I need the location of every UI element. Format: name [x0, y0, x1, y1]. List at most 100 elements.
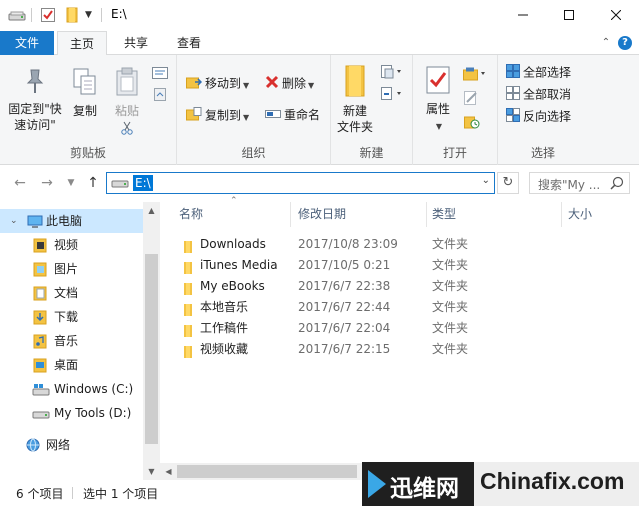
scroll-up-icon[interactable]: ▲ — [143, 202, 160, 219]
recent-locations-icon[interactable]: ▼ — [62, 174, 80, 192]
nav-item-documents[interactable]: 文档 — [0, 281, 143, 305]
chevron-down-icon[interactable]: ⌃ — [599, 36, 613, 50]
column-header-date[interactable]: 修改日期 — [298, 202, 346, 227]
column-header-size[interactable]: 大小 — [568, 202, 592, 227]
file-row[interactable]: 工作稿件 2017/6/7 22:04 文件夹 — [176, 318, 476, 339]
close-button[interactable] — [593, 0, 639, 31]
copy-icon — [68, 67, 102, 101]
file-date: 2017/6/7 22:04 — [298, 321, 391, 335]
file-name: 视频收藏 — [200, 342, 249, 356]
up-arrow-icon[interactable]: ↑ — [84, 174, 102, 192]
select-none-label: 全部取消 — [523, 87, 572, 102]
nav-item-downloads[interactable]: 下载 — [0, 305, 143, 329]
address-path[interactable]: E:\ — [133, 175, 153, 191]
copy-to-button[interactable]: 复制到 ▼ — [186, 107, 249, 125]
nav-item-videos[interactable]: 视频 — [0, 233, 143, 257]
properties-check-icon[interactable] — [40, 7, 56, 23]
address-bar[interactable]: E:\ ⌄ — [106, 172, 495, 194]
file-type: 文件夹 — [432, 237, 469, 251]
chevron-down-icon: ▼ — [243, 80, 250, 90]
drive-icon — [111, 177, 129, 192]
pin-quick-access-button[interactable]: 固定到"快 速访问" — [5, 67, 65, 133]
copy-to-icon — [186, 107, 202, 125]
tab-file[interactable]: 文件 — [0, 31, 54, 55]
clipboard-group: 固定到"快 速访问" 复制 粘贴 剪贴板 — [0, 55, 177, 165]
easy-access-icon[interactable] — [381, 87, 403, 104]
cut-icon[interactable] — [110, 121, 144, 139]
copy-path-icon[interactable] — [152, 67, 168, 82]
file-row[interactable]: iTunes Media 2017/10/5 0:21 文件夹 — [176, 255, 476, 276]
nav-item-tools-drive[interactable]: My Tools (D:) — [0, 401, 143, 425]
new-folder-button[interactable]: 新建 文件夹 — [333, 65, 377, 135]
file-name: My eBooks — [200, 279, 265, 293]
open-icon[interactable] — [463, 67, 487, 84]
column-header-type[interactable]: 类型 — [432, 202, 456, 227]
nav-item-label: 桌面 — [54, 358, 79, 372]
scroll-down-icon[interactable]: ▼ — [143, 463, 160, 480]
scrollbar-thumb[interactable] — [177, 465, 357, 478]
file-date: 2017/6/7 22:15 — [298, 342, 391, 356]
nav-item-music[interactable]: 音乐 — [0, 329, 143, 353]
maximize-button[interactable] — [546, 0, 592, 31]
history-icon[interactable] — [464, 115, 480, 132]
nav-item-label: 下载 — [54, 310, 79, 324]
quick-access-divider — [101, 8, 102, 22]
paste-button[interactable]: 粘贴 — [110, 67, 144, 141]
nav-item-label: My Tools (D:) — [54, 406, 132, 420]
column-header-name[interactable]: 名称 — [179, 202, 203, 227]
new-folder-icon[interactable] — [64, 7, 80, 23]
new-folder-icon — [333, 65, 377, 101]
title-bar: ▼ E:\ — [0, 0, 639, 31]
file-row[interactable]: Downloads 2017/10/8 23:09 文件夹 — [176, 234, 476, 255]
customize-caret-icon[interactable]: ▼ — [85, 7, 95, 23]
status-divider — [72, 487, 73, 499]
scroll-left-icon[interactable]: ◀ — [160, 463, 177, 480]
refresh-icon[interactable]: ↻ — [497, 172, 519, 194]
drive-icon[interactable] — [8, 7, 26, 23]
paste-shortcut-icon[interactable] — [154, 87, 166, 104]
search-input[interactable]: 搜索"My ... — [529, 172, 630, 194]
edit-icon[interactable] — [464, 91, 478, 108]
pin-label-line1: 固定到"快 — [8, 102, 62, 116]
new-item-icon[interactable] — [381, 65, 403, 82]
rename-button[interactable]: 重命名 — [265, 107, 320, 125]
file-row[interactable]: 本地音乐 2017/6/7 22:44 文件夹 — [176, 297, 476, 318]
chevron-down-icon: ▼ — [435, 122, 443, 131]
nav-item-network[interactable]: 网络 — [0, 433, 143, 457]
tab-home[interactable]: 主页 — [57, 31, 107, 56]
column-divider[interactable] — [426, 202, 427, 227]
nav-item-pictures[interactable]: 图片 — [0, 257, 143, 281]
properties-button[interactable]: 属性 ▼ — [419, 65, 457, 135]
select-all-button[interactable]: 全部选择 — [506, 64, 571, 82]
delete-button[interactable]: 删除 ▼ — [265, 75, 314, 93]
pin-icon — [5, 67, 65, 99]
item-count: 6 个项目 — [16, 487, 64, 501]
scrollbar-thumb[interactable] — [145, 254, 158, 444]
column-divider[interactable] — [561, 202, 562, 227]
new-folder-label-line1: 新建 — [342, 104, 367, 118]
nav-item-this-pc[interactable]: ⌄ 此电脑 — [0, 209, 143, 233]
organize-group-label: 组织 — [241, 146, 266, 160]
nav-item-label: 网络 — [46, 438, 71, 452]
column-divider[interactable] — [290, 202, 291, 227]
chevron-down-icon[interactable]: ⌄ — [482, 175, 490, 186]
chevron-down-icon: ▼ — [308, 80, 315, 90]
chevron-down-icon[interactable]: ⌄ — [10, 209, 18, 233]
tab-share[interactable]: 共享 — [112, 31, 160, 55]
tab-view[interactable]: 查看 — [164, 31, 214, 55]
move-to-button[interactable]: 移动到 ▼ — [186, 75, 249, 93]
nav-item-windows-drive[interactable]: Windows (C:) — [0, 377, 143, 401]
select-none-button[interactable]: 全部取消 — [506, 86, 571, 104]
file-row[interactable]: 视频收藏 2017/6/7 22:15 文件夹 — [176, 339, 476, 360]
move-to-icon — [186, 75, 203, 93]
help-icon[interactable]: ? — [618, 36, 632, 50]
back-arrow-icon[interactable]: ← — [11, 174, 29, 192]
file-row[interactable]: My eBooks 2017/6/7 22:38 文件夹 — [176, 276, 476, 297]
copy-to-label: 复制到 — [205, 108, 242, 123]
forward-arrow-icon[interactable]: → — [38, 174, 56, 192]
minimize-button[interactable] — [500, 0, 546, 31]
copy-button[interactable]: 复制 — [68, 67, 102, 119]
nav-scrollbar[interactable]: ▲ ▼ — [143, 202, 160, 480]
invert-selection-button[interactable]: 反向选择 — [506, 108, 571, 126]
nav-item-desktop[interactable]: 桌面 — [0, 353, 143, 377]
